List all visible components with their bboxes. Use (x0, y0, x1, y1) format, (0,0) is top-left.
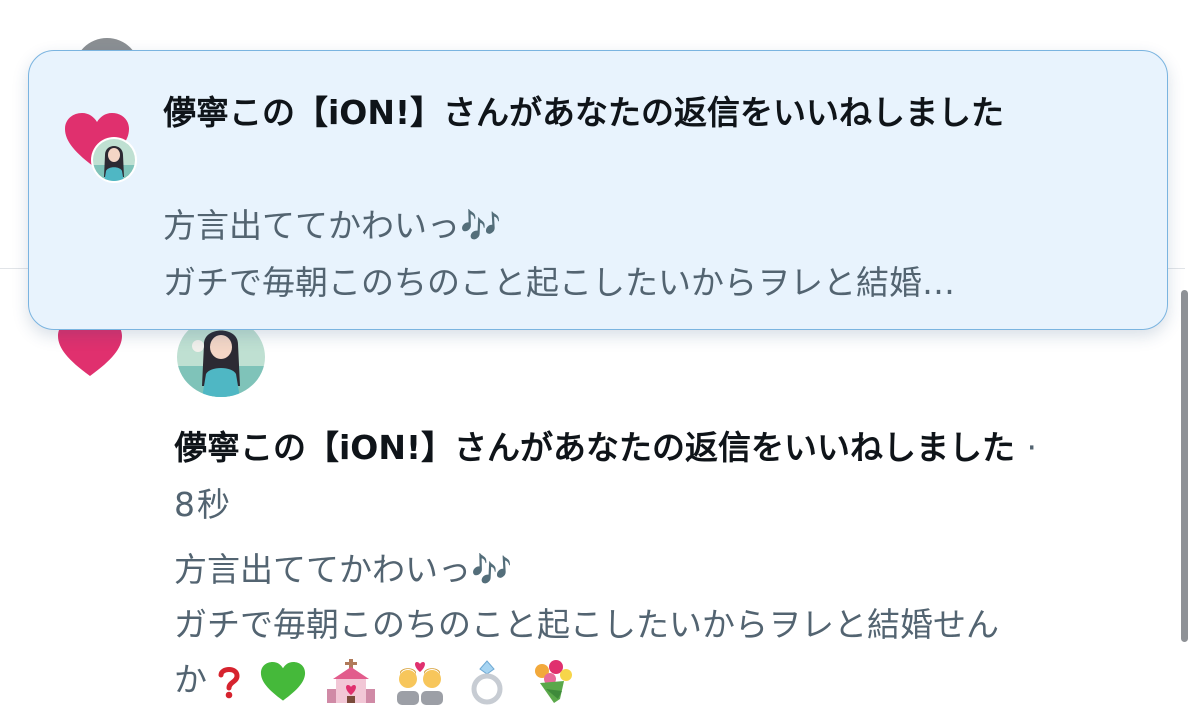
avatar (91, 137, 137, 183)
notification-body: 方言出ててかわいっ🎶 ガチで毎朝このちのこと起こしたいからヲレと結婚せん か (174, 542, 1174, 707)
body-line-3: か (174, 652, 1174, 707)
toast-body: 方言出ててかわいっ🎶 ガチで毎朝このちのこと起こしたいからヲレと結婚… (163, 197, 1143, 311)
body-line-1: 方言出ててかわいっ🎶 (174, 550, 513, 589)
ring-icon (471, 659, 502, 704)
timestamp: 8秒 (174, 485, 232, 524)
toast-title: 儚寧この【iON!】さんがあなたの返信をいいねしました (163, 93, 1005, 132)
question-mark-icon (218, 666, 240, 698)
toast-body-line-2: ガチで毎朝このちのこと起こしたいからヲレと結婚… (163, 263, 955, 302)
green-heart-icon (260, 661, 306, 701)
bouquet-icon (535, 659, 572, 703)
scrollbar[interactable] (1181, 290, 1188, 642)
couple-with-heart-icon (397, 661, 443, 705)
toast-body-line-1: 方言出ててかわいっ🎶 (163, 206, 502, 245)
body-line-2: ガチで毎朝このちのこと起こしたいからヲレと結婚せん (174, 605, 999, 644)
notification-title: 儚寧この【iON!】さんがあなたの返信をいいねしました · (174, 422, 1174, 474)
separator-dot: · (1026, 428, 1038, 467)
body-line-3-text: か (174, 660, 207, 699)
wedding-chapel-icon (326, 658, 375, 703)
notification-toast[interactable]: 儚寧この【iON!】さんがあなたの返信をいいねしました 方言出ててかわいっ🎶 ガ… (28, 50, 1168, 330)
notification-title-text: 儚寧この【iON!】さんがあなたの返信をいいねしました (174, 428, 1016, 467)
